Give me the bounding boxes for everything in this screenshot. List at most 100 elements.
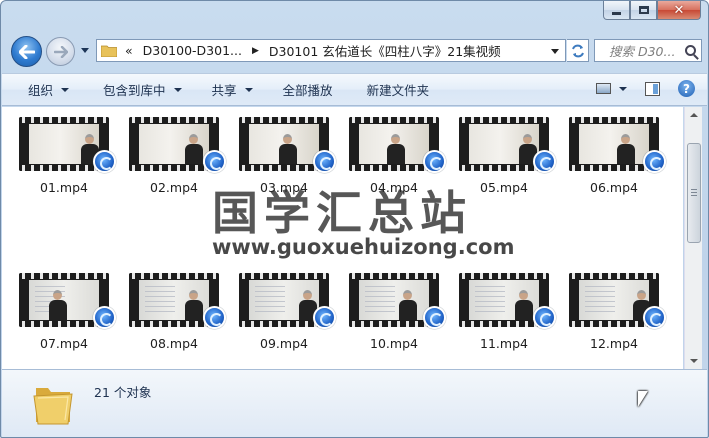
address-history-dropdown[interactable] [551,49,559,54]
forward-button[interactable] [46,37,75,66]
lecturer-head [283,134,292,144]
lecturer-body [49,300,67,320]
command-bar-right: ? [596,80,695,97]
view-options-dropdown[interactable] [619,86,627,91]
media-player-icon [643,306,666,329]
breadcrumb-separator-icon[interactable]: ▶ [252,46,259,56]
lecturer-figure [185,134,203,164]
lecturer-body [185,300,203,320]
maximize-icon [638,6,649,14]
media-player-icon [423,306,446,329]
video-frame [359,124,429,164]
maximize-button[interactable] [630,1,657,20]
lecturer-head [53,290,62,300]
lecturer-head [391,134,400,144]
help-icon[interactable]: ? [678,80,695,97]
organize-label: 组织 [28,83,54,98]
media-player-icon [643,150,666,173]
new-folder-label: 新建文件夹 [366,83,430,98]
watermark-url: www.guoxuehuizong.com [212,235,515,259]
file-name: 12.mp4 [590,336,638,351]
scrollbar-thumb[interactable] [687,143,701,243]
chevron-down-icon [173,87,182,92]
lecturer-head [303,290,312,300]
include-in-library-button[interactable]: 包含到库中 [91,79,194,101]
film-perforation [349,273,439,279]
lecturer-figure [185,290,203,320]
play-all-label: 全部播放 [282,83,333,98]
film-perforation [459,273,549,279]
video-frame [139,280,209,320]
lecturer-figure [617,134,635,164]
whiteboard-writing [585,286,615,312]
lecturer-figure [399,290,417,320]
file-item[interactable]: 07.mp4 [16,273,126,369]
new-folder-button[interactable]: 新建文件夹 [355,79,442,101]
media-player-icon [93,306,116,329]
file-name: 06.mp4 [590,180,638,195]
file-name: 07.mp4 [40,336,88,351]
vertical-scrollbar[interactable] [684,107,702,369]
organize-button[interactable]: 组织 [16,79,81,101]
lecturer-figure [387,134,405,164]
file-item[interactable]: 12.mp4 [566,273,676,369]
recent-pages-dropdown[interactable] [81,48,89,53]
media-player-icon [533,306,556,329]
film-perforation [129,117,219,123]
command-bar: 组织 包含到库中 共享 全部播放 新建文件夹 ? [2,73,707,106]
file-item[interactable]: 11.mp4 [456,273,566,369]
minimize-icon [612,11,621,15]
breadcrumb-item[interactable]: D30100-D301... [143,43,242,58]
lecturer-head [637,290,646,300]
back-button[interactable] [11,36,42,67]
details-pane: 21 个对象 [2,369,707,437]
file-item[interactable]: 08.mp4 [126,273,236,369]
chevron-down-icon [61,87,70,92]
chevron-down-icon [244,87,253,92]
media-player-icon [313,150,336,173]
video-frame [469,280,539,320]
address-bar[interactable]: « D30100-D301... ▶ D30101 玄佑道长《四柱八字》21集视… [96,39,566,62]
video-frame [139,124,209,164]
file-item[interactable]: 09.mp4 [236,273,346,369]
scroll-up-icon[interactable] [690,113,698,117]
change-view-icon[interactable] [596,83,611,94]
close-button[interactable]: ✕ [657,1,701,20]
close-icon: ✕ [673,2,685,18]
lecturer-body [185,144,203,164]
media-player-icon [313,306,336,329]
film-perforation [239,273,329,279]
play-all-button[interactable]: 全部播放 [271,79,345,101]
file-item[interactable]: 06.mp4 [566,117,676,252]
scroll-down-icon[interactable] [690,359,698,363]
film-perforation [459,117,549,123]
lecturer-body [399,300,417,320]
file-list[interactable]: 01.mp4 02.mp4 03.mp4 04.mp4 05.mp4 06.mp4 07.m… [2,107,683,369]
file-item[interactable]: 01.mp4 [16,117,126,252]
breadcrumb-item-current[interactable]: D30101 玄佑道长《四柱八字》21集视频 [269,41,501,60]
search-input[interactable]: 搜索 D30... [594,39,702,62]
media-player-icon [423,150,446,173]
search-icon[interactable] [685,45,696,56]
refresh-icon [571,44,584,57]
file-item[interactable]: 10.mp4 [346,273,456,369]
preview-pane-icon[interactable] [645,81,660,96]
lecturer-head [519,290,528,300]
caption-buttons: ✕ [603,1,701,20]
file-item[interactable]: 05.mp4 [456,117,566,252]
video-frame [469,124,539,164]
lecturer-head [403,290,412,300]
refresh-button[interactable] [567,39,589,62]
file-name: 02.mp4 [150,180,198,195]
film-perforation [19,273,109,279]
share-button[interactable]: 共享 [200,79,265,101]
lecturer-body [279,144,297,164]
breadcrumb-overflow[interactable]: « [125,43,133,58]
file-name: 10.mp4 [370,336,418,351]
minimize-button[interactable] [603,1,630,20]
video-frame [249,124,319,164]
film-perforation [569,117,659,123]
file-name: 11.mp4 [480,336,528,351]
media-player-icon [203,306,226,329]
film-perforation [19,117,109,123]
